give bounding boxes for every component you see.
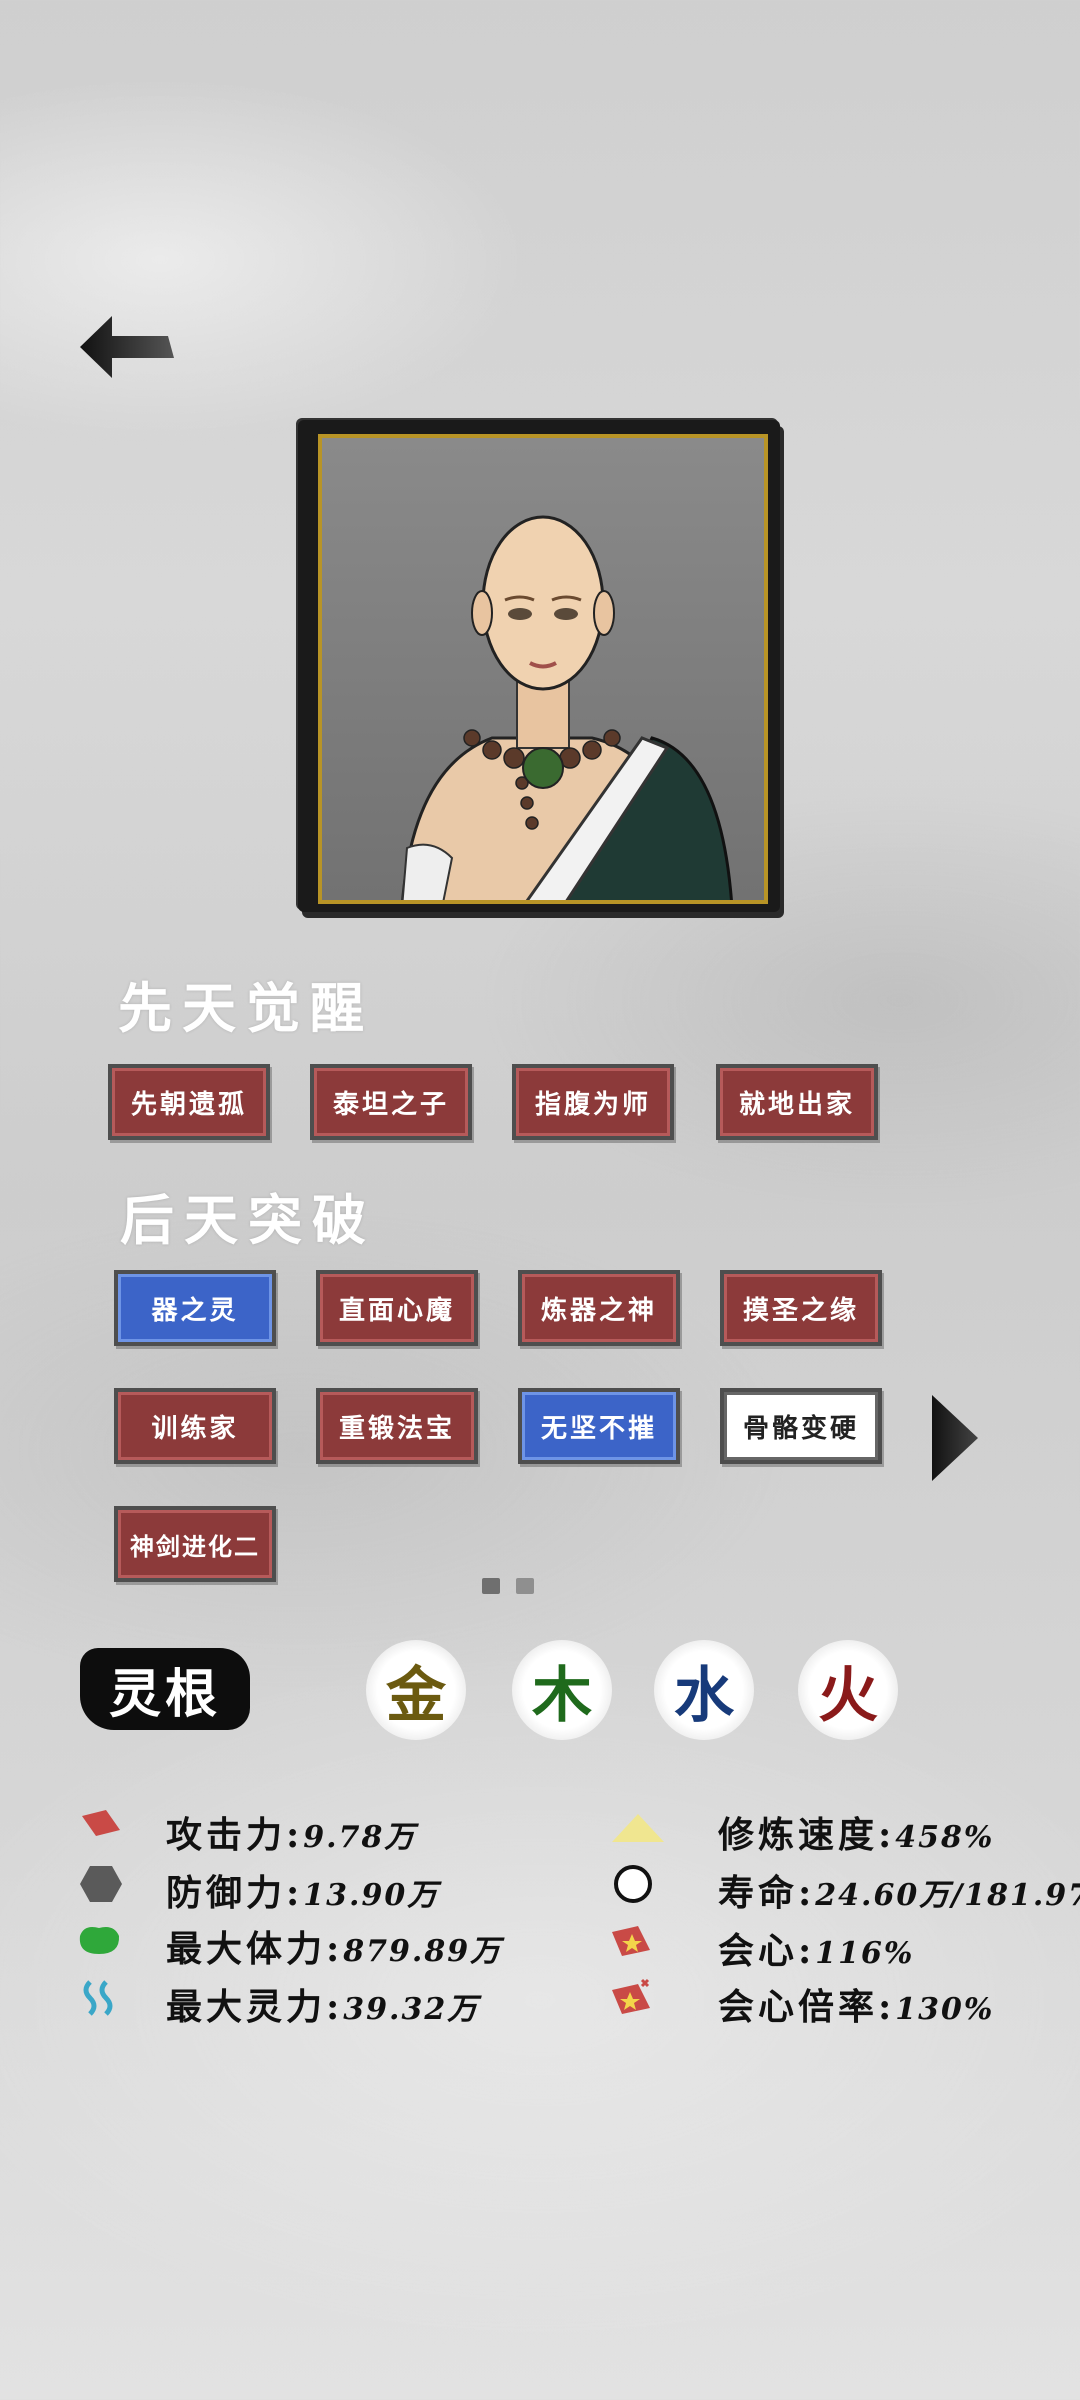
acquired-trait-chip[interactable]: 无坚不摧: [518, 1388, 680, 1464]
green-blob-icon: [79, 1927, 120, 1954]
stat-attack-value: 9.78万: [303, 1820, 417, 1855]
stat-cultivation-speed: 修炼速度:458%: [718, 1806, 994, 1858]
acquired-breakthrough-heading: 后天突破: [120, 1188, 376, 1252]
stat-crit-multiplier-label: 会心倍率:: [718, 1986, 896, 2028]
circle-icon: [614, 1865, 652, 1903]
character-portrait: [318, 434, 768, 904]
acquired-trait-chip[interactable]: 直面心魔: [316, 1270, 478, 1346]
stat-defense: 防御力:13.90万: [166, 1864, 439, 1916]
element-wood-badge: 木: [512, 1640, 612, 1740]
element-fire-badge: 火: [798, 1640, 898, 1740]
stat-crit-multiplier-value: 130%: [895, 1992, 995, 2027]
element-metal-badge: 金: [366, 1640, 466, 1740]
stat-crit-multiplier: 会心倍率:130%: [718, 1978, 994, 2030]
acquired-trait-chip[interactable]: 骨骼变硬: [720, 1388, 882, 1464]
back-arrow-icon[interactable]: [78, 312, 178, 382]
spirit-wave-icon: [83, 1980, 113, 2016]
stat-crit: 会心:116%: [718, 1922, 914, 1974]
stat-defense-label: 防御力:: [166, 1872, 304, 1914]
stat-cultivation-speed-label: 修炼速度:: [718, 1814, 896, 1856]
stat-defense-value: 13.90万: [303, 1878, 440, 1913]
stat-cultivation-speed-value: 458%: [895, 1820, 995, 1855]
element-water-badge: 水: [654, 1640, 754, 1740]
spirit-root-label: 灵根: [80, 1648, 250, 1730]
stat-max-spirit-value: 39.32万: [343, 1992, 480, 2027]
acquired-trait-chip[interactable]: 炼器之神: [518, 1270, 680, 1346]
page-indicator-dot-1[interactable]: [482, 1578, 500, 1594]
acquired-trait-chip[interactable]: 训练家: [114, 1388, 276, 1464]
innate-trait-chip[interactable]: 先朝遗孤: [108, 1064, 270, 1140]
stat-attack-label: 攻击力:: [166, 1814, 304, 1856]
stat-crit-value: 116%: [815, 1936, 915, 1971]
stat-max-hp: 最大体力:879.89万: [166, 1920, 502, 1972]
stat-lifespan-label: 寿命:: [718, 1872, 816, 1914]
crit-multiplier-icon: [612, 1978, 650, 2014]
stat-max-hp-label: 最大体力:: [166, 1928, 344, 1970]
shield-hexagon-icon: [80, 1866, 122, 1902]
character-portrait-frame: [298, 420, 780, 912]
stat-crit-label: 会心:: [718, 1930, 816, 1972]
innate-trait-chip[interactable]: 指腹为师: [512, 1064, 674, 1140]
crit-icon: [612, 1926, 650, 1956]
innate-trait-chip[interactable]: 就地出家: [716, 1064, 878, 1140]
stat-lifespan: 寿命:24.60万/181.97万: [718, 1864, 1080, 1916]
stat-attack: 攻击力:9.78万: [166, 1806, 416, 1858]
monk-portrait-image: [401, 515, 733, 900]
sword-icon: [82, 1810, 120, 1836]
stat-max-spirit: 最大灵力:39.32万: [166, 1978, 479, 2030]
innate-awakening-heading: 先天觉醒: [118, 976, 374, 1040]
yellow-triangle-icon: [612, 1814, 664, 1842]
acquired-trait-chip[interactable]: 器之灵: [114, 1270, 276, 1346]
acquired-trait-chip[interactable]: 重锻法宝: [316, 1388, 478, 1464]
acquired-trait-chip[interactable]: 摸圣之缘: [720, 1270, 882, 1346]
innate-trait-chip[interactable]: 泰坦之子: [310, 1064, 472, 1140]
page-indicator-dot-2[interactable]: [516, 1578, 534, 1594]
acquired-trait-chip[interactable]: 神剑进化二: [114, 1506, 276, 1582]
next-page-arrow-icon[interactable]: [930, 1393, 980, 1483]
stat-lifespan-value: 24.60万/181.97万: [815, 1878, 1080, 1913]
stat-max-spirit-label: 最大灵力:: [166, 1986, 344, 2028]
stat-max-hp-value: 879.89万: [343, 1934, 503, 1969]
